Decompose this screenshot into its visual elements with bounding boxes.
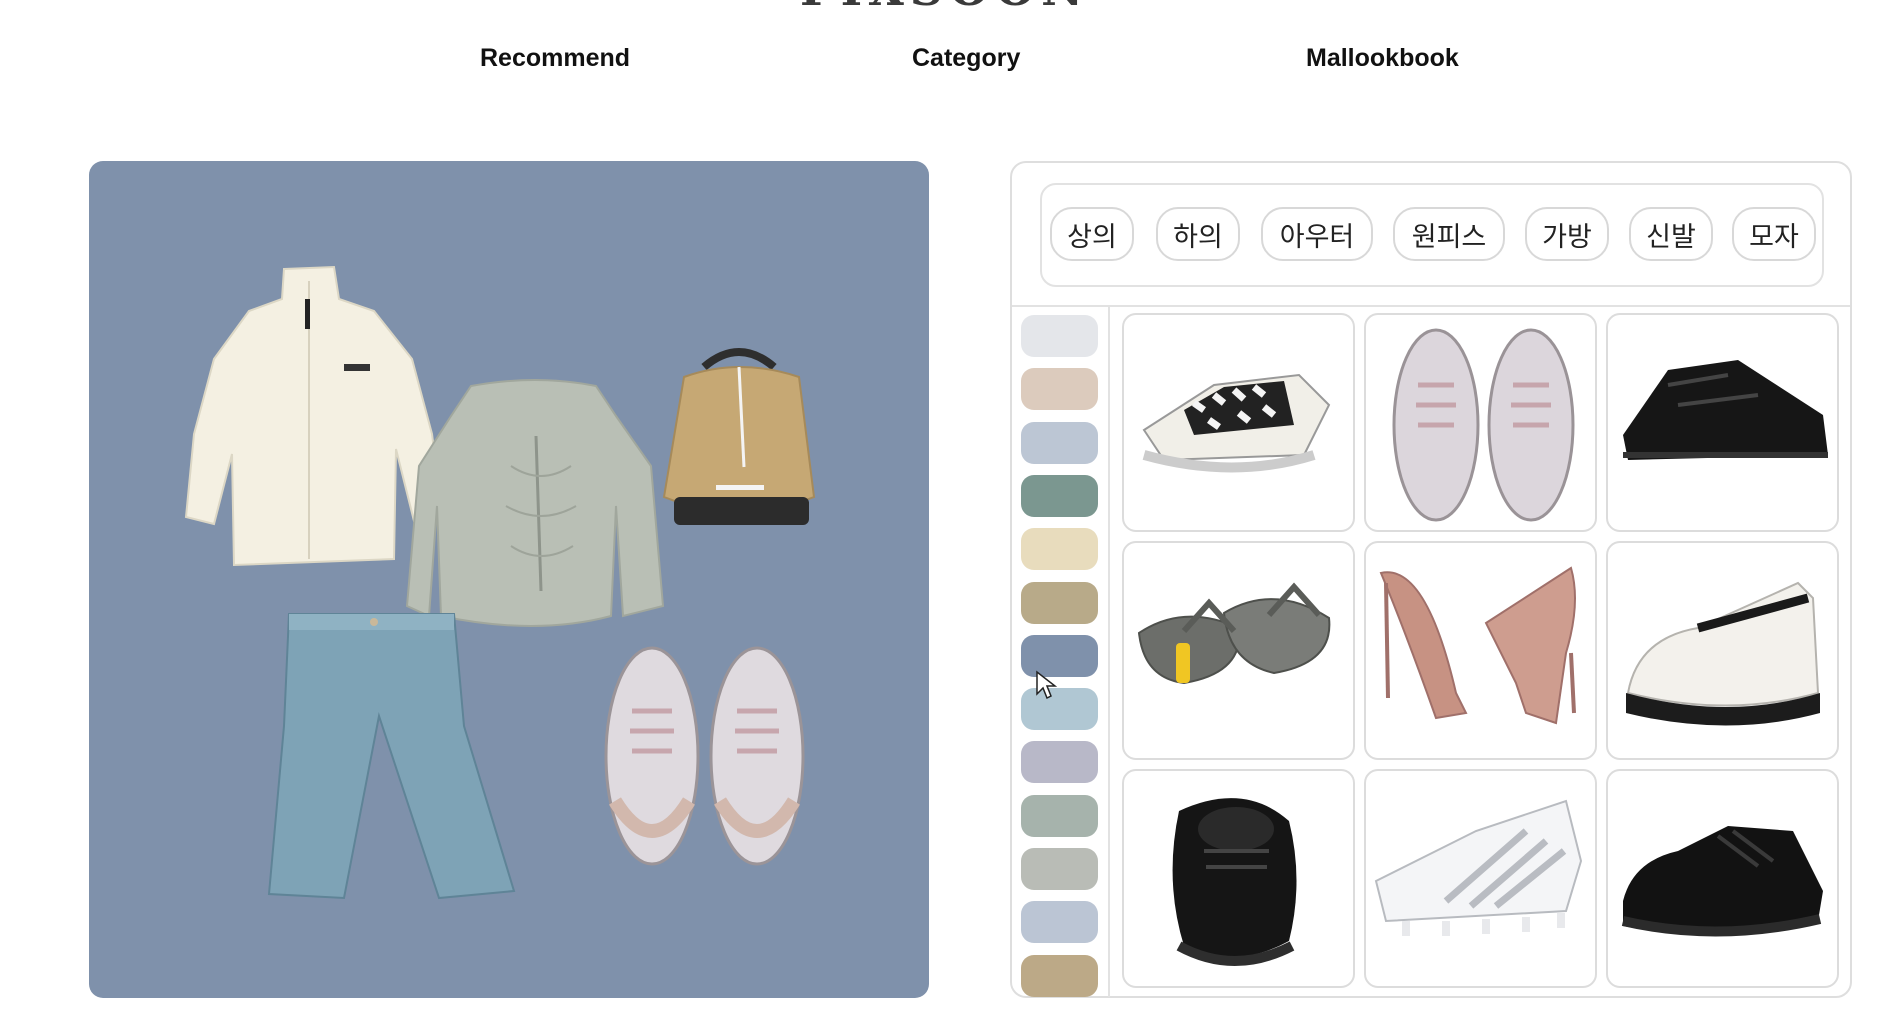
site-logo[interactable]: PIXSOON	[800, 0, 1140, 8]
color-swatch[interactable]	[1021, 901, 1098, 944]
nude-pumps-image	[1379, 566, 1576, 725]
product-card-black-derby-shoe[interactable]	[1606, 769, 1839, 988]
color-swatch[interactable]	[1021, 794, 1098, 837]
black-trail-sneaker-image	[1623, 360, 1828, 460]
nav-category[interactable]: Category	[912, 44, 1020, 73]
black-derby-shoe-image	[1621, 826, 1823, 937]
product-card-checkered-slip-on[interactable]	[1122, 313, 1355, 532]
product-card-black-lace-up-shoe[interactable]	[1122, 769, 1355, 988]
color-swatch[interactable]	[1021, 634, 1098, 677]
color-swatch[interactable]	[1021, 421, 1098, 464]
product-card-gray-pink-sneakers[interactable]	[1364, 313, 1597, 532]
nav-mallookbook[interactable]: Mallookbook	[1306, 44, 1459, 73]
gray-pink-sneakers-image	[604, 646, 805, 866]
product-grid	[1122, 313, 1842, 993]
color-swatch[interactable]	[1021, 368, 1098, 411]
color-swatch[interactable]	[1021, 688, 1098, 731]
category-chip-bottoms[interactable]: 하의	[1156, 207, 1240, 261]
product-browser-panel: 상의 하의 아우터 원피스 가방 신발 모자	[1010, 161, 1852, 998]
white-soccer-cleats-image	[1374, 799, 1583, 936]
beige-backpack-image	[662, 348, 816, 525]
color-swatch-column	[1012, 307, 1110, 997]
category-filter-bar: 상의 하의 아우터 원피스 가방 신발 모자	[1040, 183, 1824, 287]
category-chip-outer[interactable]: 아우터	[1261, 207, 1373, 261]
color-swatch[interactable]	[1021, 315, 1098, 357]
black-lace-up-shoe-image	[1172, 798, 1297, 966]
category-chip-shoes[interactable]: 신발	[1629, 207, 1713, 261]
product-card-gray-flip-flops[interactable]	[1122, 541, 1355, 760]
category-chip-dress[interactable]: 원피스	[1393, 207, 1505, 261]
panel-divider	[1012, 305, 1850, 307]
outfit-board	[89, 161, 929, 998]
main-nav: Recommend Category Mallookbook	[0, 44, 1900, 84]
product-card-nude-pumps[interactable]	[1364, 541, 1597, 760]
category-chip-tops[interactable]: 상의	[1050, 207, 1134, 261]
product-card-black-trail-sneaker[interactable]	[1606, 313, 1839, 532]
product-card-white-mary-jane[interactable]	[1606, 541, 1839, 760]
checkered-slip-on-image	[1142, 373, 1331, 473]
nav-recommend[interactable]: Recommend	[480, 44, 630, 73]
category-chip-bags[interactable]: 가방	[1525, 207, 1609, 261]
gray-pink-sneakers-image	[1392, 328, 1575, 522]
white-mary-jane-image	[1626, 581, 1820, 726]
color-swatch[interactable]	[1021, 581, 1098, 624]
product-card-white-soccer-cleats[interactable]	[1364, 769, 1597, 988]
category-chip-hats[interactable]: 모자	[1732, 207, 1816, 261]
color-swatch[interactable]	[1021, 528, 1098, 571]
color-swatch[interactable]	[1021, 848, 1098, 890]
light-wash-jeans-image	[267, 613, 516, 900]
color-swatch[interactable]	[1021, 741, 1098, 784]
color-swatch[interactable]	[1021, 954, 1098, 997]
color-swatch[interactable]	[1021, 474, 1098, 517]
mouse-pointer-icon	[1036, 670, 1057, 700]
gray-flip-flops-image	[1137, 582, 1331, 685]
